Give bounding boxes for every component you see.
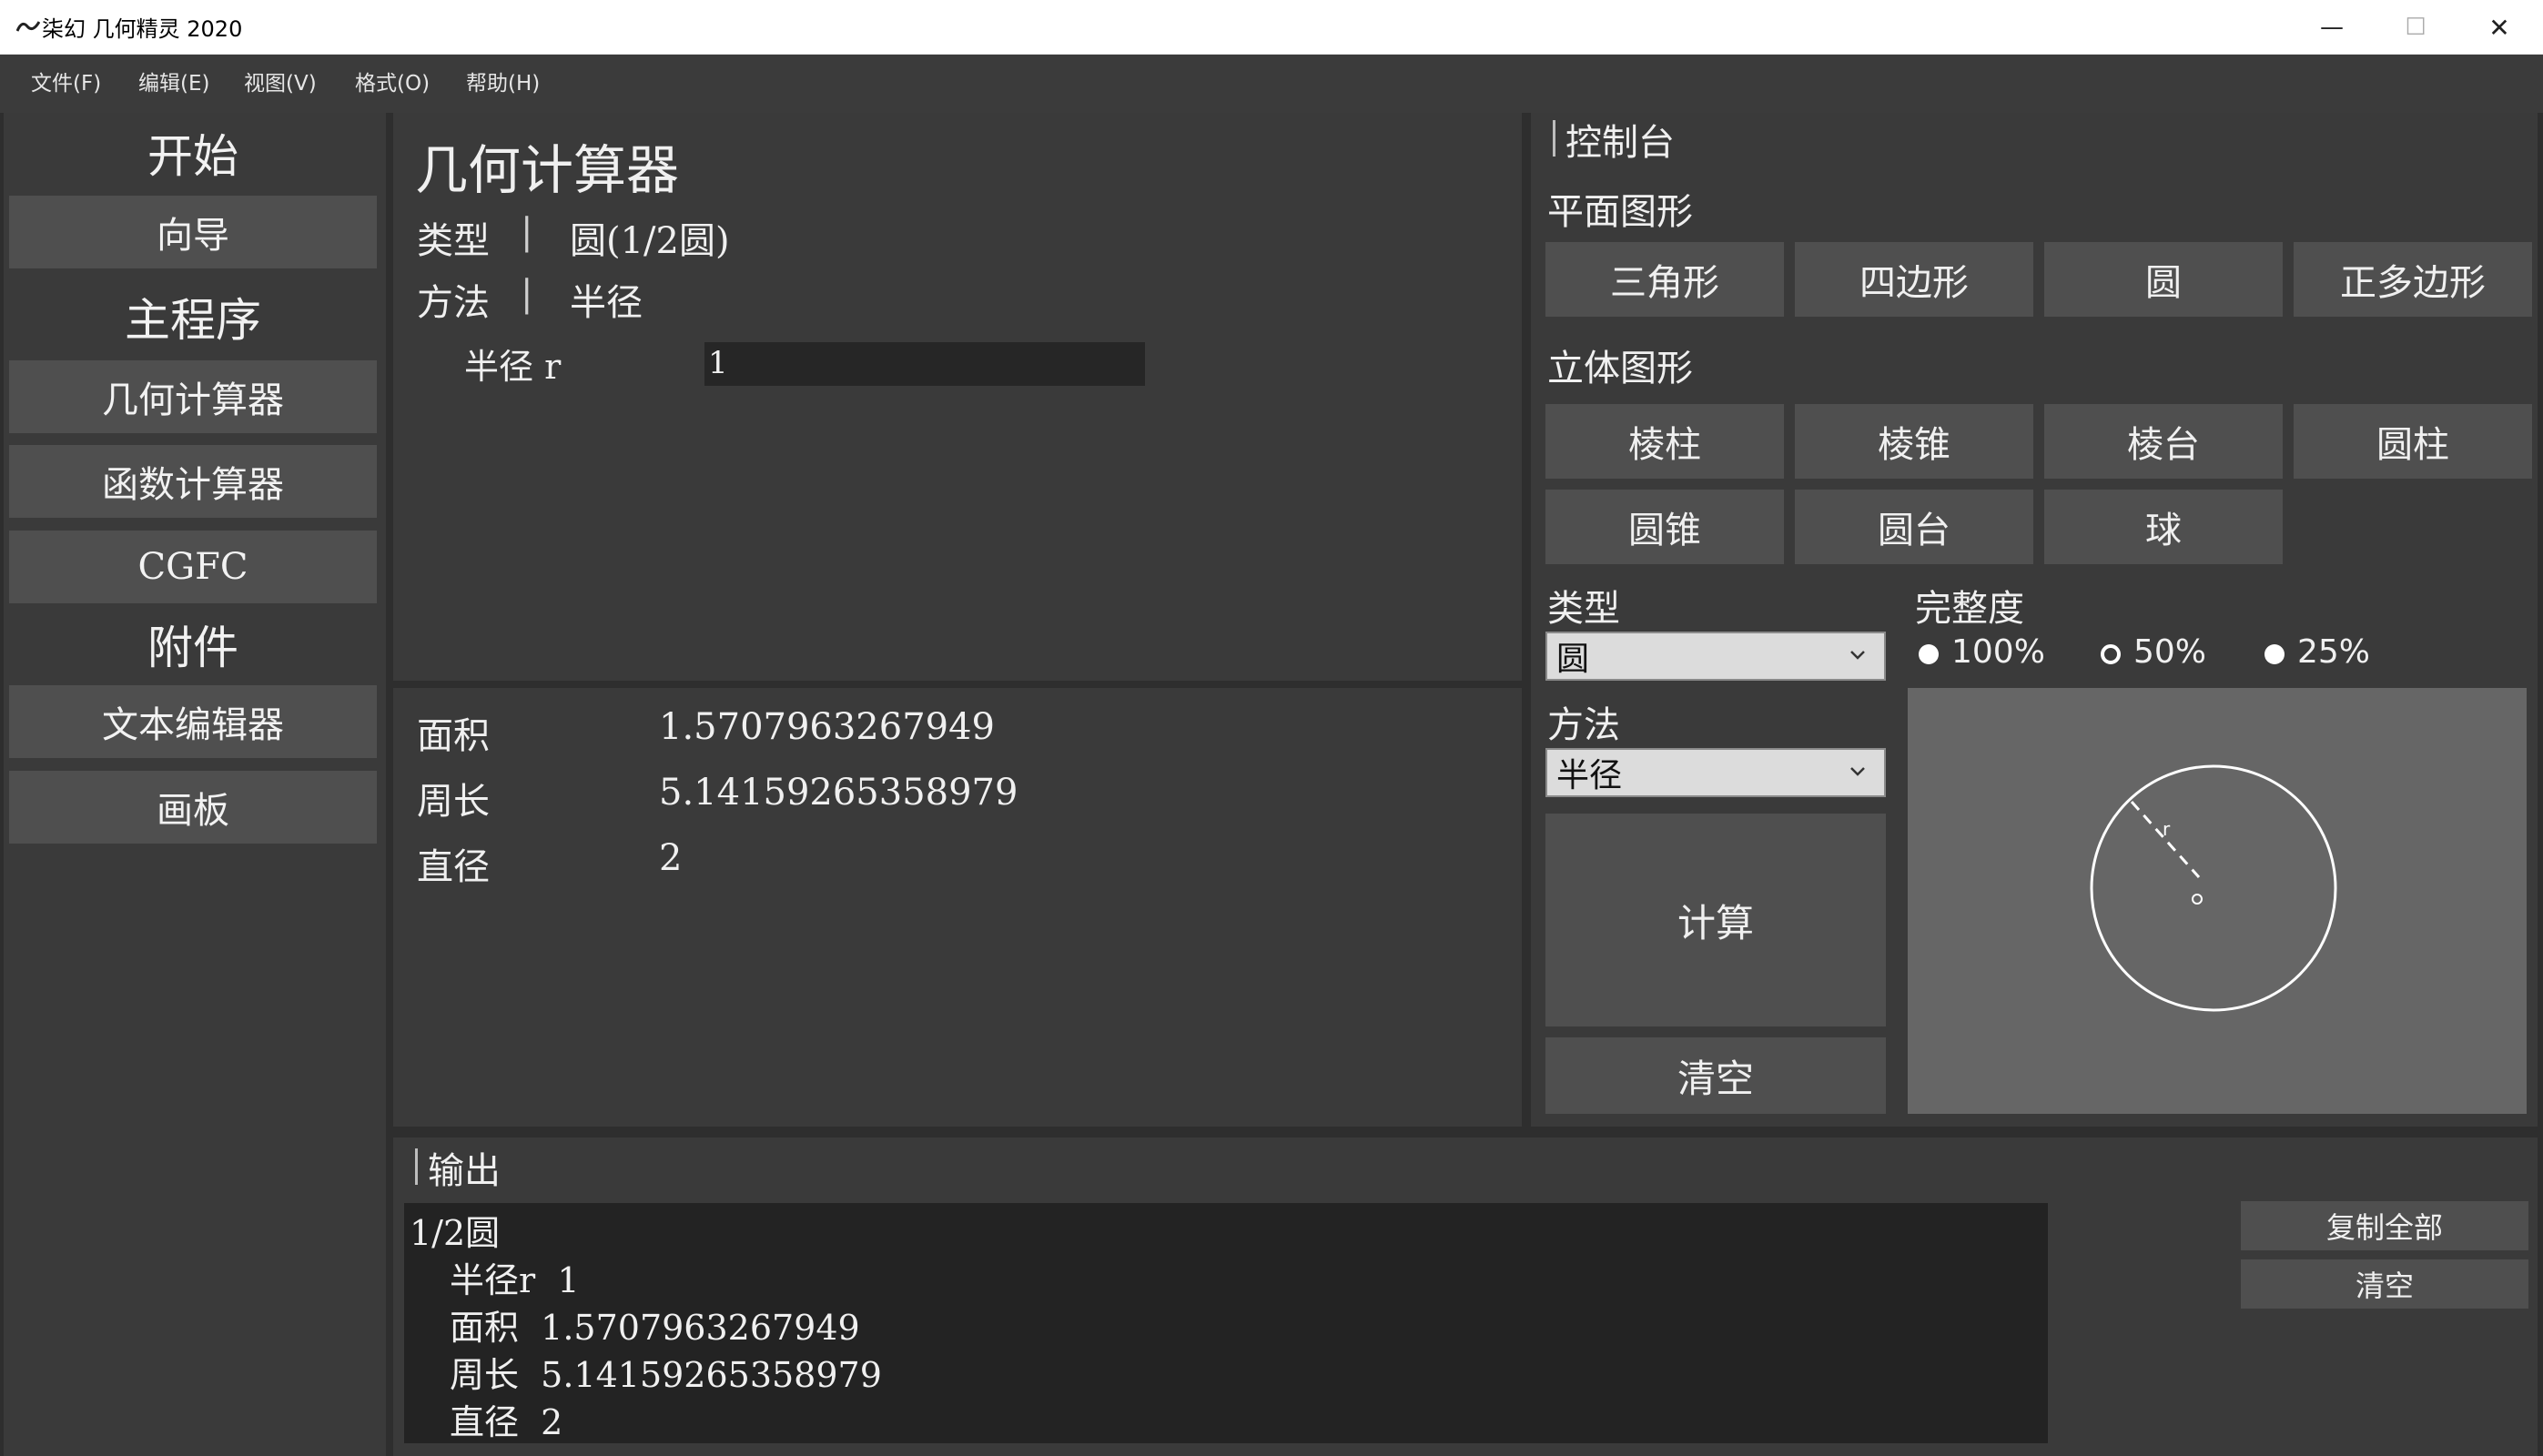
close-button[interactable]: ✕	[2457, 0, 2541, 55]
console-method-label: 方法	[1547, 704, 1620, 746]
sidebar-item-drawing-board[interactable]: 画板	[9, 771, 377, 844]
sidebar-item-cgfc[interactable]: CGFC	[9, 531, 377, 603]
sidebar-item-geometry-calculator[interactable]: 几何计算器	[9, 360, 377, 433]
circle-shape	[2090, 764, 2337, 1012]
output-line-1: 1/2圆	[410, 1213, 501, 1253]
triangle-button[interactable]: 三角形	[1545, 242, 1784, 317]
window-title: 柒幻 几何精灵 2020	[42, 16, 243, 42]
sidebar-item-wizard[interactable]: 向导	[9, 196, 377, 268]
clear-button[interactable]: 清空	[1545, 1037, 1886, 1114]
menu-format[interactable]: 格式(O)	[355, 55, 430, 113]
close-icon: ✕	[2488, 12, 2510, 43]
minimize-button[interactable]: —	[2290, 0, 2374, 55]
shape-diagram: r o	[1908, 688, 2527, 1114]
pyramid-button[interactable]: 棱锥	[1795, 404, 2033, 479]
integrity-label: 完整度	[1915, 588, 2024, 630]
type-select[interactable]: 圆	[1545, 632, 1886, 681]
page-title: 几何计算器	[415, 139, 680, 201]
copy-all-button[interactable]: 复制全部	[2241, 1201, 2528, 1250]
menu-file[interactable]: 文件(F)	[31, 55, 101, 113]
chevron-down-icon	[1850, 767, 1865, 776]
output-line-3: 面积 1.5707963267949	[450, 1308, 860, 1348]
sidebar-item-function-calculator[interactable]: 函数计算器	[9, 445, 377, 518]
menu-help[interactable]: 帮助(H)	[466, 55, 540, 113]
circle-diagram-svg: r o	[2090, 764, 2337, 1012]
console-title-bar-accent	[1553, 120, 1555, 157]
integrity-radio-50[interactable]	[2101, 644, 2121, 664]
output-line-5: 直径 2	[450, 1402, 563, 1442]
output-clear-button[interactable]: 清空	[2241, 1259, 2528, 1309]
method-separator: |	[521, 273, 533, 315]
result-label-perimeter: 周长	[417, 781, 490, 823]
radius-input[interactable]: 1	[704, 342, 1145, 386]
prism-button[interactable]: 棱柱	[1545, 404, 1784, 479]
circle-button[interactable]: 圆	[2044, 242, 2283, 317]
sidebar-header-start: 开始	[147, 130, 238, 183]
method-value: 半径	[570, 282, 643, 324]
minimize-icon: —	[2320, 14, 2344, 41]
output-title: 输出	[428, 1150, 501, 1192]
quadrilateral-button[interactable]: 四边形	[1795, 242, 2033, 317]
method-label: 方法	[417, 282, 490, 324]
frustum-button[interactable]: 棱台	[2044, 404, 2283, 479]
title-bar	[0, 0, 2543, 55]
calculate-button[interactable]: 计算	[1545, 814, 1886, 1026]
integrity-option-25[interactable]: 25%	[2297, 633, 2370, 671]
console-type-label: 类型	[1547, 588, 1620, 630]
integrity-radio-100[interactable]	[1919, 644, 1939, 664]
chevron-down-icon	[1850, 651, 1865, 660]
output-line-2: 半径r 1	[450, 1260, 580, 1300]
type-separator: |	[521, 211, 533, 253]
output-title-bar-accent	[415, 1148, 418, 1185]
result-value-area: 1.5707963267949	[659, 706, 996, 748]
app-logo-icon	[16, 21, 40, 32]
integrity-option-50[interactable]: 50%	[2133, 633, 2206, 671]
sidebar-header-attachments: 附件	[147, 622, 238, 674]
type-label: 类型	[417, 220, 490, 262]
console-title: 控制台	[1565, 122, 1675, 164]
maximize-button[interactable]: ☐	[2374, 0, 2457, 55]
maximize-icon: ☐	[2405, 14, 2426, 41]
method-select[interactable]: 半径	[1545, 748, 1886, 797]
cylinder-button[interactable]: 圆柱	[2294, 404, 2532, 479]
regular-polygon-button[interactable]: 正多边形	[2294, 242, 2532, 317]
diagram-radius-label: r	[2163, 818, 2171, 840]
method-select-value: 半径	[1556, 757, 1623, 794]
menu-view[interactable]: 视图(V)	[244, 55, 317, 113]
solid-shapes-header: 立体图形	[1547, 348, 1693, 389]
cone-button[interactable]: 圆锥	[1545, 490, 1784, 564]
result-label-area: 面积	[417, 715, 490, 757]
type-value: 圆(1/2圆)	[570, 220, 730, 262]
result-value-diameter: 2	[659, 837, 683, 879]
sidebar-header-main: 主程序	[125, 294, 261, 347]
type-select-value: 圆	[1556, 641, 1590, 678]
integrity-option-100[interactable]: 100%	[1951, 633, 2045, 671]
integrity-radio-25[interactable]	[2264, 644, 2285, 664]
result-value-perimeter: 5.14159265358979	[659, 772, 1018, 814]
output-line-4: 周长 5.14159265358979	[450, 1355, 882, 1395]
results-panel	[393, 688, 1522, 1127]
truncated-cone-button[interactable]: 圆台	[1795, 490, 2033, 564]
radius-label: 半径 r	[464, 347, 562, 387]
sidebar-item-text-editor[interactable]: 文本编辑器	[9, 685, 377, 758]
sphere-button[interactable]: 球	[2044, 490, 2283, 564]
menu-edit[interactable]: 编辑(E)	[138, 55, 209, 113]
result-label-diameter: 直径	[417, 846, 490, 888]
plane-shapes-header: 平面图形	[1547, 191, 1693, 233]
